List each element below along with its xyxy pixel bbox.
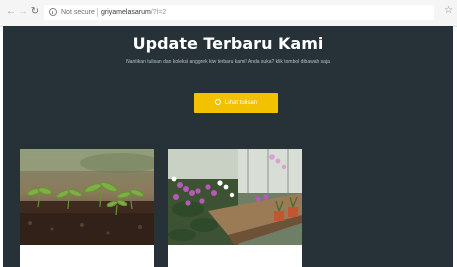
arrow-right-icon[interactable]: → bbox=[18, 7, 28, 17]
orchid-greenhouse-photo[interactable] bbox=[168, 149, 302, 245]
view-posts-label: Lihat tulisan bbox=[224, 100, 258, 106]
seedlings-in-soil-photo[interactable] bbox=[20, 149, 154, 245]
url-path: /?l=2 bbox=[150, 9, 167, 16]
security-label: Not secure bbox=[61, 9, 95, 16]
url-text[interactable]: griyamelasarum/?l=2 bbox=[101, 7, 166, 18]
url-divider bbox=[97, 8, 98, 17]
circle-icon bbox=[214, 99, 221, 105]
view-posts-button[interactable]: Lihat tulisan bbox=[194, 93, 278, 113]
page-title: Update Terbaru Kami bbox=[132, 34, 324, 53]
post-card[interactable] bbox=[168, 149, 302, 267]
browser-toolbar: ← → ↻ Not secure griyamelasarum/?l=2 ☆ bbox=[0, 0, 457, 27]
reload-icon[interactable]: ↻ bbox=[30, 7, 40, 17]
url-host: griyamelasarum bbox=[101, 9, 151, 16]
page-subtitle: Nantikan tulisan dan koleksi anggrek kiw… bbox=[126, 59, 330, 65]
star-icon[interactable]: ☆ bbox=[444, 5, 453, 17]
info-icon[interactable] bbox=[49, 8, 57, 16]
post-card[interactable] bbox=[20, 149, 154, 267]
arrow-left-icon[interactable]: ← bbox=[6, 7, 16, 17]
browser-window: ← → ↻ Not secure griyamelasarum/?l=2 ☆ U… bbox=[0, 0, 457, 267]
page-content: Update Terbaru Kami Nantikan tulisan dan… bbox=[3, 26, 453, 267]
address-bar[interactable]: Not secure griyamelasarum/?l=2 bbox=[44, 5, 434, 20]
